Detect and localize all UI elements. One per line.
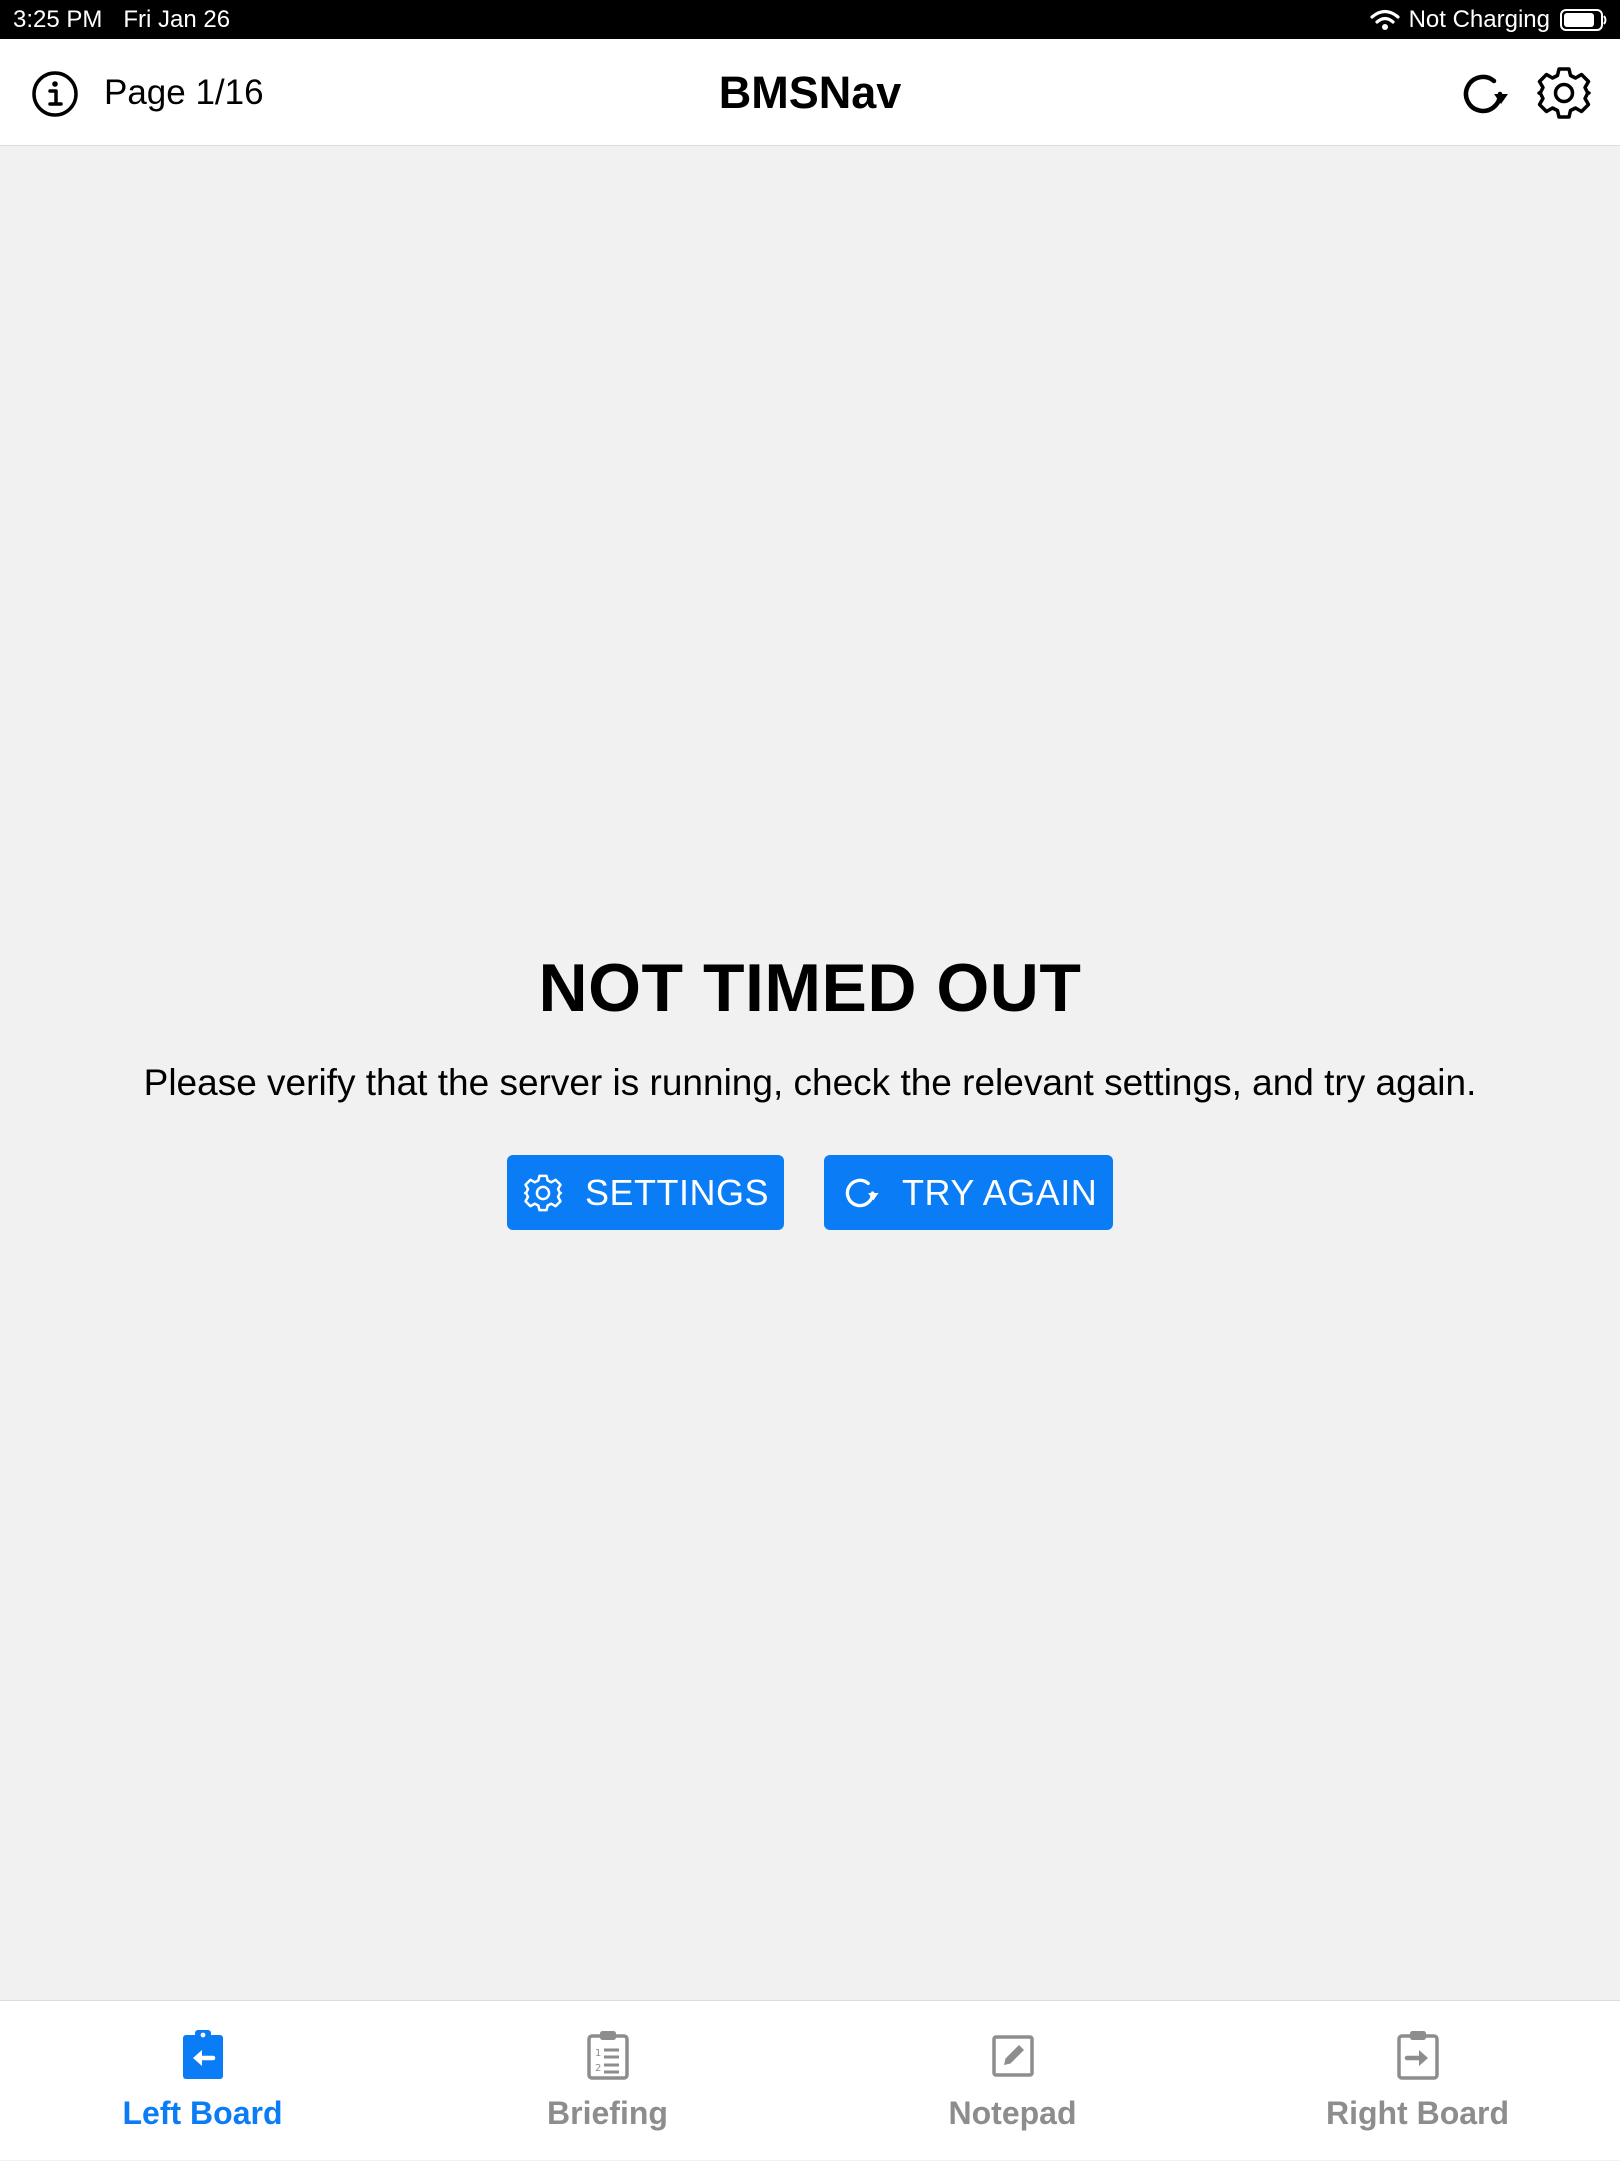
tab-label: Right Board: [1325, 2095, 1510, 2131]
tab-notepad[interactable]: Notepad: [810, 2001, 1215, 2161]
clipboard-right-icon: [1397, 2031, 1439, 2080]
navigation-bar: Page 1/16 BMSNav: [0, 39, 1620, 146]
tab-label: Notepad: [948, 2095, 1077, 2131]
tab-left-board[interactable]: Left Board: [0, 2001, 405, 2161]
try-again-button-label: TRY AGAIN: [902, 1171, 1098, 1213]
gear-icon: [523, 1174, 563, 1211]
battery-icon: [1560, 8, 1607, 31]
app-title: BMSNav: [718, 67, 902, 118]
tab-bar: Left Board 1 2 Briefing Notepad Right Bo…: [0, 2000, 1620, 2160]
svg-text:1: 1: [595, 2048, 601, 2059]
status-date: Fri Jan 26: [123, 6, 231, 33]
notepad-icon: [992, 2035, 1034, 2077]
tab-right-board[interactable]: Right Board: [1215, 2001, 1620, 2161]
svg-text:2: 2: [595, 2063, 601, 2074]
tab-label: Left Board: [122, 2095, 283, 2131]
refresh-icon: [845, 1178, 879, 1207]
settings-button-label: SETTINGS: [585, 1171, 770, 1213]
status-time: 3:25 PM: [13, 6, 103, 33]
error-message: Please verify that the server is running…: [143, 1062, 1477, 1103]
try-again-button[interactable]: TRY AGAIN: [824, 1155, 1113, 1230]
clipboard-left-icon: [183, 2030, 223, 2079]
status-indicators: Not Charging: [1369, 0, 1608, 39]
status-time-date: 3:25 PM Fri Jan 26: [13, 0, 230, 39]
gear-icon[interactable]: [1536, 65, 1592, 121]
error-title: NOT TIMED OUT: [538, 950, 1082, 1026]
settings-button[interactable]: SETTINGS: [507, 1155, 784, 1230]
wifi-icon: [1369, 9, 1400, 30]
status-bar: 3:25 PM Fri Jan 26 Not Charging: [0, 0, 1620, 39]
refresh-icon[interactable]: [1456, 67, 1510, 121]
clipboard-list-icon: 1 2: [587, 2031, 629, 2080]
charging-status: Not Charging: [1408, 6, 1550, 33]
tab-briefing[interactable]: 1 2 Briefing: [405, 2001, 810, 2161]
tab-label: Briefing: [547, 2095, 668, 2131]
